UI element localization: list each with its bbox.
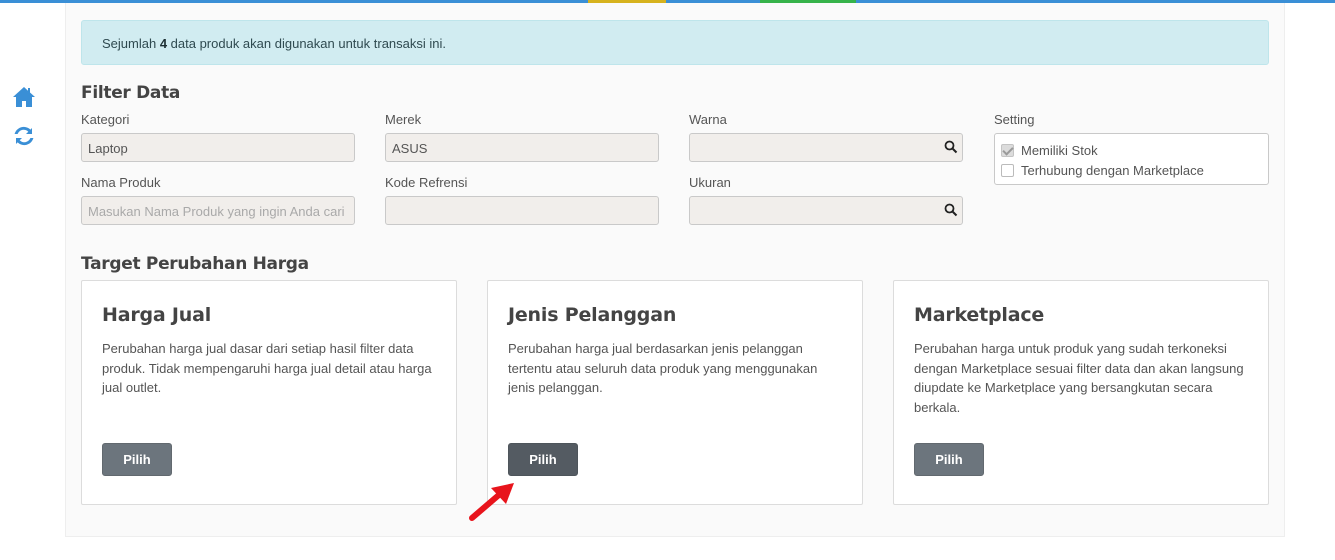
card-harga-jual: Harga Jual Perubahan harga jual dasar da… [81, 280, 457, 505]
setting-label: Setting [994, 112, 1035, 127]
filter-data-title: Filter Data [81, 83, 181, 103]
search-icon[interactable] [944, 203, 958, 217]
search-icon[interactable] [944, 140, 958, 154]
warna-label: Warna [689, 112, 727, 127]
alert-count: 4 [159, 36, 168, 51]
kode-refrensi-label: Kode Refrensi [385, 175, 468, 190]
setting-option-stock[interactable]: Memiliki Stok [1001, 143, 1098, 158]
pilih-harga-jual-button[interactable]: Pilih [102, 443, 172, 476]
target-title: Target Perubahan Harga [81, 254, 309, 274]
card-title: Harga Jual [102, 304, 212, 326]
merek-label: Merek [385, 112, 422, 127]
card-marketplace: Marketplace Perubahan harga untuk produk… [893, 280, 1269, 505]
card-title: Jenis Pelanggan [508, 304, 677, 326]
info-alert: Sejumlah 4 data produk akan digunakan un… [81, 20, 1269, 65]
pilih-marketplace-button[interactable]: Pilih [914, 443, 984, 476]
home-icon[interactable] [12, 86, 36, 110]
kode-refrensi-input[interactable] [385, 196, 659, 225]
nama-produk-label: Nama Produk [81, 175, 161, 190]
ukuran-label: Ukuran [689, 175, 731, 190]
setting-box: Memiliki Stok Terhubung dengan Marketpla… [994, 133, 1269, 185]
card-title: Marketplace [914, 304, 1045, 326]
card-description: Perubahan harga untuk produk yang sudah … [914, 341, 1244, 415]
kategori-field[interactable]: Laptop [81, 133, 355, 162]
pilih-jenis-pelanggan-button[interactable]: Pilih [508, 443, 578, 476]
checkbox[interactable] [1001, 164, 1014, 177]
nama-produk-input[interactable]: Masukan Nama Produk yang ingin Anda cari [81, 196, 355, 225]
setting-option-label: Terhubung dengan Marketplace [1021, 163, 1204, 178]
ukuran-field[interactable] [689, 196, 963, 225]
checkbox-checked[interactable] [1001, 144, 1014, 157]
card-description: Perubahan harga jual berdasarkan jenis p… [508, 341, 818, 395]
setting-option-marketplace[interactable]: Terhubung dengan Marketplace [1001, 163, 1204, 178]
kategori-label: Kategori [81, 112, 130, 127]
alert-suffix: data produk akan digunakan untuk transak… [167, 36, 447, 51]
merek-field[interactable]: ASUS [385, 133, 659, 162]
card-jenis-pelanggan: Jenis Pelanggan Perubahan harga jual ber… [487, 280, 863, 505]
warna-field[interactable] [689, 133, 963, 162]
arrow-pointer-icon [469, 483, 514, 521]
alert-prefix: Sejumlah [102, 36, 160, 51]
setting-option-label: Memiliki Stok [1021, 143, 1098, 158]
refresh-icon[interactable] [12, 124, 36, 148]
card-description: Perubahan harga jual dasar dari setiap h… [102, 341, 432, 395]
